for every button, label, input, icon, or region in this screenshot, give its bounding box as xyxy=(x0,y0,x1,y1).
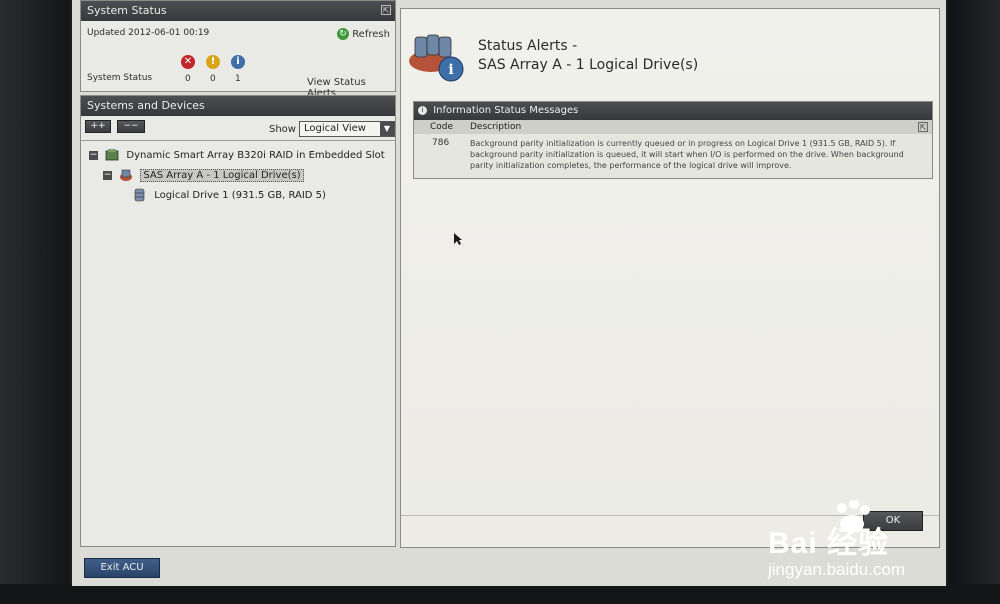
updated-timestamp: Updated 2012-06-01 00:19 xyxy=(87,28,210,38)
status-alerts-panel: i Status Alerts - SAS Array A - 1 Logica… xyxy=(400,8,940,548)
refresh-icon: ↻ xyxy=(337,28,349,40)
refresh-label: Refresh xyxy=(352,29,390,40)
information-messages-table: i Information Status Messages Code Descr… xyxy=(413,101,933,179)
systems-devices-panel: Systems and Devices ++ −− Show Logical V… xyxy=(80,95,396,547)
warning-icon: ! xyxy=(206,55,220,69)
information-messages-title: Information Status Messages xyxy=(433,105,579,116)
monitor-bezel-left xyxy=(0,0,70,604)
table-menu-icon[interactable]: ⇱ xyxy=(918,122,928,132)
view-select-value: Logical View xyxy=(304,123,366,134)
tree-item-array[interactable]: − SAS Array A - 1 Logical Drive(s) xyxy=(103,168,304,182)
tree-divider xyxy=(81,140,395,141)
code-column-header: Code xyxy=(430,122,454,132)
svg-text:i: i xyxy=(448,62,453,78)
tree-item-label: Logical Drive 1 (931.5 GB, RAID 5) xyxy=(154,190,326,201)
refresh-button[interactable]: ↻ Refresh xyxy=(337,28,390,40)
status-alerts-title: Status Alerts - xyxy=(478,38,578,54)
tree-item-label: SAS Array A - 1 Logical Drive(s) xyxy=(140,169,304,182)
info-count: 1 xyxy=(235,74,241,84)
tree-item-controller[interactable]: − Dynamic Smart Array B320i RAID in Embe… xyxy=(89,148,385,162)
exit-acu-button[interactable]: Exit ACU xyxy=(84,558,160,578)
tree-item-logical-drive[interactable]: Logical Drive 1 (931.5 GB, RAID 5) xyxy=(133,188,326,202)
systems-devices-title: Systems and Devices xyxy=(87,99,205,112)
acu-window: System Status ⇱ Updated 2012-06-01 00:19… xyxy=(72,0,946,586)
warning-count: 0 xyxy=(210,74,216,84)
expand-all-button[interactable]: ++ xyxy=(85,120,111,133)
status-alerts-subtitle: SAS Array A - 1 Logical Drive(s) xyxy=(478,57,699,73)
description-column-header: Description xyxy=(470,122,522,132)
array-icon xyxy=(119,168,133,182)
baidu-url-text: jingyan.baidu.com xyxy=(768,560,906,579)
table-header-row: Code Description ⇱ xyxy=(414,120,932,134)
show-label: Show xyxy=(269,124,296,135)
collapse-node-icon[interactable]: − xyxy=(89,150,98,160)
systems-devices-header: Systems and Devices xyxy=(81,96,395,116)
system-status-title: System Status xyxy=(87,4,167,17)
information-messages-header: i Information Status Messages xyxy=(414,102,932,120)
table-row: 786 Background parity initialization is … xyxy=(414,134,932,178)
chevron-down-icon: ▼ xyxy=(380,122,394,136)
info-icon: i xyxy=(231,55,245,69)
baidu-watermark: Bai 经验 jingyan.baidu.com xyxy=(766,499,996,590)
baidu-brand-text: Bai 经验 xyxy=(768,527,890,560)
info-section-icon: i xyxy=(418,105,427,115)
logical-drive-icon xyxy=(133,188,147,202)
system-status-label: System Status xyxy=(87,73,153,83)
controller-icon xyxy=(105,148,119,162)
view-select[interactable]: Logical View ▼ xyxy=(299,121,395,137)
collapse-all-button[interactable]: −− xyxy=(117,120,145,133)
message-description: Background parity initialization is curr… xyxy=(470,139,904,170)
message-code: 786 xyxy=(432,138,450,148)
mouse-cursor-icon xyxy=(453,231,463,250)
system-status-header: System Status ⇱ xyxy=(81,1,395,21)
tree-item-label: Dynamic Smart Array B320i RAID in Embedd… xyxy=(126,150,385,161)
collapse-panel-icon[interactable]: ⇱ xyxy=(381,5,391,15)
system-status-panel: System Status ⇱ Updated 2012-06-01 00:19… xyxy=(80,0,396,99)
collapse-node-icon[interactable]: − xyxy=(103,170,112,180)
error-icon: ✕ xyxy=(181,55,195,69)
error-count: 0 xyxy=(185,74,191,84)
status-alert-icon: i xyxy=(407,29,465,83)
